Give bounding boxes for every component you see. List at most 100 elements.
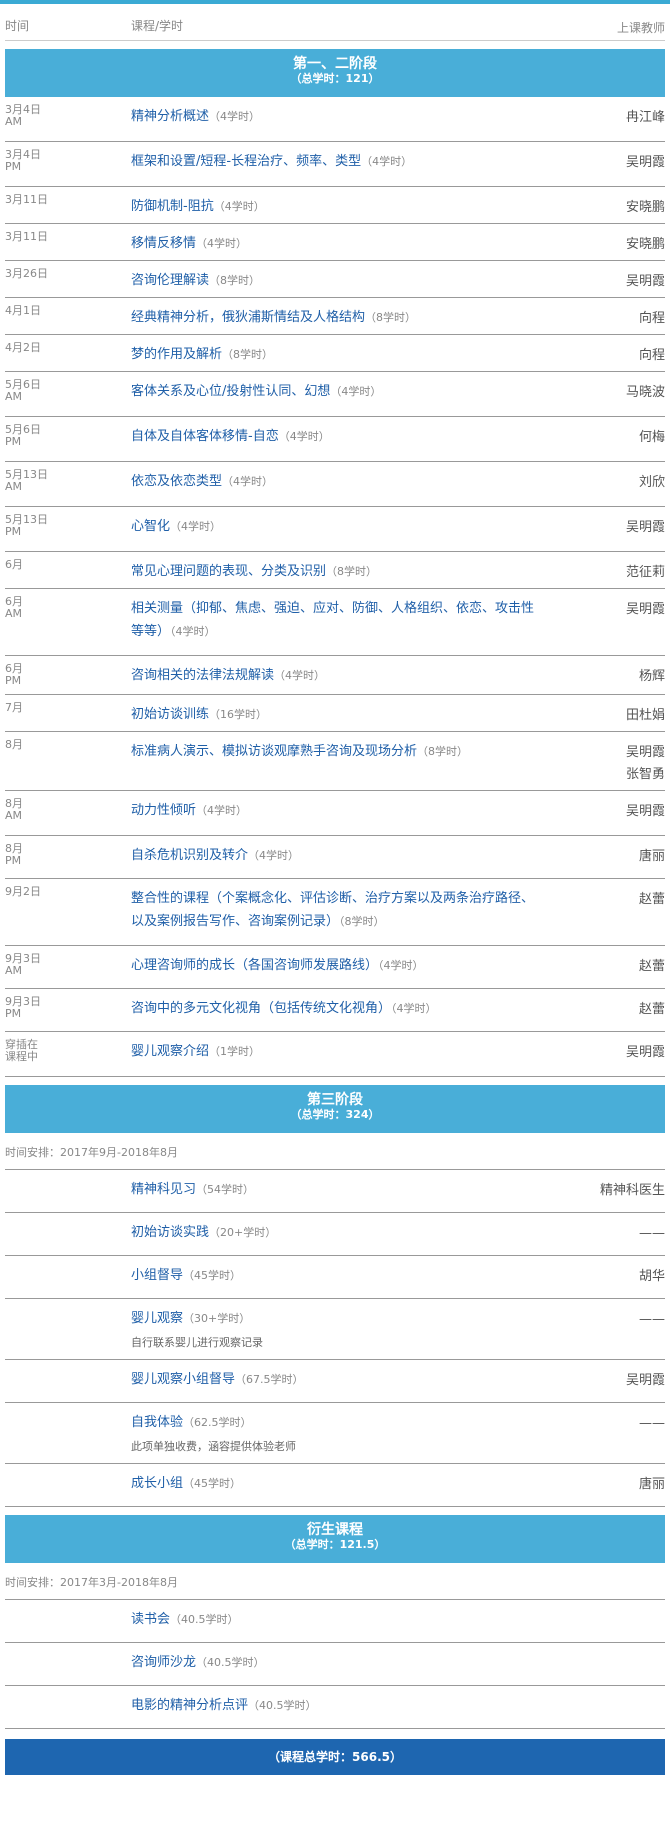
derived-title: 衍生课程 <box>307 1522 363 1538</box>
teacher-name: 吴明霞 <box>626 1370 665 1392</box>
course-title[interactable]: 婴儿观察小组督导 <box>131 1372 235 1387</box>
course-title[interactable]: 咨询相关的法律法规解读 <box>131 668 274 683</box>
course-title[interactable]: 整合性的课程（个案概念化、评估诊断、治疗方案以及两条治疗路径、以及案例报告写作、… <box>131 891 534 929</box>
table-row: 8月 PM 自杀危机识别及转介（4学时） 唐丽 <box>5 836 665 879</box>
row-time-line: PM <box>5 854 22 867</box>
course-title[interactable]: 自我体验 <box>131 1415 183 1430</box>
header-time: 时间 <box>5 19 30 33</box>
stage-3-schedule-note: 时间安排：2017年9月-2018年8月 <box>5 1133 665 1170</box>
course-entry[interactable]: 相关测量（抑郁、焦虑、强迫、应对、防御、人格组织、依恋、攻击性等等）（4学时） <box>131 597 535 643</box>
course-title[interactable]: 电影的精神分析点评 <box>131 1698 248 1713</box>
row-time-line: 3月26日 <box>5 267 48 280</box>
course-entry[interactable]: 小组督导（45学时） <box>131 1264 535 1287</box>
course-hours: （45学时） <box>183 1477 242 1490</box>
course-entry[interactable]: 咨询中的多元文化视角（包括传统文化视角）（4学时） <box>131 997 535 1020</box>
course-title[interactable]: 客体关系及心位/投射性认同、幻想 <box>131 384 330 399</box>
row-time-line: 4月2日 <box>5 341 41 354</box>
course-title[interactable]: 动力性倾听 <box>131 803 196 818</box>
course-hours: （4学时） <box>274 669 326 682</box>
course-entry[interactable]: 自杀危机识别及转介（4学时） <box>131 844 535 867</box>
stage-1-2-subtitle: （总学时：121） <box>290 72 380 85</box>
teacher-name-line: 马晓波 <box>625 385 665 400</box>
course-entry[interactable]: 咨询相关的法律法规解读（4学时） <box>131 664 535 687</box>
row-time: 4月2日 <box>5 342 41 354</box>
course-title[interactable]: 咨询伦理解读 <box>131 273 209 288</box>
course-title[interactable]: 心智化 <box>131 519 170 534</box>
course-entry[interactable]: 精神分析概述（4学时） <box>131 105 535 128</box>
course-entry[interactable]: 常见心理问题的表现、分类及识别（8学时） <box>131 560 535 583</box>
course-hours: （4学时） <box>278 430 330 443</box>
course-title[interactable]: 初始访谈训练 <box>131 707 209 722</box>
teacher-name: 刘欣 <box>639 472 665 494</box>
course-entry[interactable]: 自体及自体客体移情-自恋（4学时） <box>131 425 535 448</box>
teacher-name: 吴明霞 <box>626 271 665 293</box>
teacher-name: 吴明霞 <box>626 599 665 621</box>
course-entry[interactable]: 梦的作用及解析（8学时） <box>131 343 535 366</box>
course-title[interactable]: 成长小组 <box>131 1476 183 1491</box>
table-row: 3月11日 移情反移情（4学时） 安晓鹏 <box>5 224 665 261</box>
teacher-name-line: 赵蕾 <box>638 892 665 907</box>
teacher-name-line: 吴明霞 <box>625 804 665 819</box>
teacher-name: 向程 <box>639 345 665 367</box>
course-title[interactable]: 婴儿观察 <box>131 1311 183 1326</box>
row-time: 8月 PM <box>5 843 23 867</box>
course-note: 此项单独收费，涵容提供体验老师 <box>131 1440 296 1453</box>
stage-1-2-title: 第一、二阶段 <box>293 56 377 72</box>
course-entry[interactable]: 读书会（40.5学时） <box>131 1608 535 1631</box>
course-hours: （4学时） <box>378 959 424 972</box>
course-entry[interactable]: 初始访谈训练（16学时） <box>131 703 535 726</box>
course-title[interactable]: 咨询师沙龙 <box>131 1655 196 1670</box>
course-hours: （8学时） <box>417 745 469 758</box>
row-time-line: 3月11日 <box>5 193 48 206</box>
course-entry[interactable]: 精神科见习（54学时） <box>131 1178 535 1201</box>
course-title[interactable]: 婴儿观察介绍 <box>131 1044 209 1059</box>
course-entry[interactable]: 婴儿观察小组督导（67.5学时） <box>131 1368 535 1391</box>
row-time: 9月2日 <box>5 886 41 898</box>
course-entry[interactable]: 初始访谈实践（20+学时） <box>131 1221 535 1244</box>
course-entry[interactable]: 心智化（4学时） <box>131 515 535 538</box>
course-title[interactable]: 读书会 <box>131 1612 170 1627</box>
course-title[interactable]: 框架和设置/短程-长程治疗、频率、类型 <box>131 154 361 169</box>
course-hours: （45学时） <box>183 1269 242 1282</box>
course-entry[interactable]: 咨询师沙龙（40.5学时） <box>131 1651 535 1674</box>
course-title[interactable]: 自杀危机识别及转介 <box>131 848 248 863</box>
row-time-line: 课程中 <box>5 1050 38 1063</box>
course-title[interactable]: 标准病人演示、模拟访谈观摩熟手咨询及现场分析 <box>131 744 417 759</box>
course-title[interactable]: 梦的作用及解析 <box>131 347 222 362</box>
course-title[interactable]: 精神分析概述 <box>131 109 209 124</box>
course-title[interactable]: 移情反移情 <box>131 236 196 251</box>
course-entry[interactable]: 咨询伦理解读（8学时） <box>131 269 535 292</box>
course-entry[interactable]: 电影的精神分析点评（40.5学时） <box>131 1694 535 1717</box>
course-title[interactable]: 依恋及依恋类型 <box>131 474 222 489</box>
course-entry[interactable]: 框架和设置/短程-长程治疗、频率、类型（4学时） <box>131 150 535 173</box>
teacher-name: 马晓波 <box>626 382 665 404</box>
course-entry[interactable]: 移情反移情（4学时） <box>131 232 535 255</box>
course-entry[interactable]: 经典精神分析，俄狄浦斯情结及人格结构（8学时） <box>131 306 535 329</box>
course-entry[interactable]: 成长小组（45学时） <box>131 1472 535 1495</box>
teacher-name-line: 范征莉 <box>625 565 665 580</box>
course-title[interactable]: 小组督导 <box>131 1268 183 1283</box>
course-title[interactable]: 咨询中的多元文化视角（包括传统文化视角） <box>131 1001 391 1016</box>
table-row: 小组督导（45学时） 胡华 <box>5 1256 665 1299</box>
course-title[interactable]: 经典精神分析，俄狄浦斯情结及人格结构 <box>131 310 365 325</box>
course-entry[interactable]: 自我体验（62.5学时） <box>131 1411 535 1434</box>
course-title[interactable]: 常见心理问题的表现、分类及识别 <box>131 564 326 579</box>
course-title[interactable]: 自体及自体客体移情-自恋 <box>131 429 279 444</box>
row-time: 6月 AM <box>5 596 23 620</box>
course-entry[interactable]: 客体关系及心位/投射性认同、幻想（4学时） <box>131 380 535 403</box>
stage-3-title: 第三阶段 <box>307 1092 363 1108</box>
course-entry[interactable]: 依恋及依恋类型（4学时） <box>131 470 535 493</box>
course-title[interactable]: 初始访谈实践 <box>131 1225 209 1240</box>
course-entry[interactable]: 婴儿观察（30+学时） <box>131 1307 535 1330</box>
course-entry[interactable]: 防御机制-阻抗（4学时） <box>131 195 535 218</box>
course-hours: （4学时） <box>196 237 248 250</box>
course-title[interactable]: 心理咨询师的成长（各国咨询师发展路线） <box>131 958 378 973</box>
course-entry[interactable]: 标准病人演示、模拟访谈观摩熟手咨询及现场分析（8学时） <box>131 740 535 763</box>
course-entry[interactable]: 动力性倾听（4学时） <box>131 799 535 822</box>
course-entry[interactable]: 婴儿观察介绍（1学时） <box>131 1040 535 1063</box>
table-row: 4月2日 梦的作用及解析（8学时） 向程 <box>5 335 665 372</box>
course-title[interactable]: 防御机制-阻抗 <box>131 199 214 214</box>
course-entry[interactable]: 整合性的课程（个案概念化、评估诊断、治疗方案以及两条治疗路径、以及案例报告写作、… <box>131 887 535 933</box>
course-entry[interactable]: 心理咨询师的成长（各国咨询师发展路线）（4学时） <box>131 954 535 977</box>
course-title[interactable]: 精神科见习 <box>131 1182 196 1197</box>
